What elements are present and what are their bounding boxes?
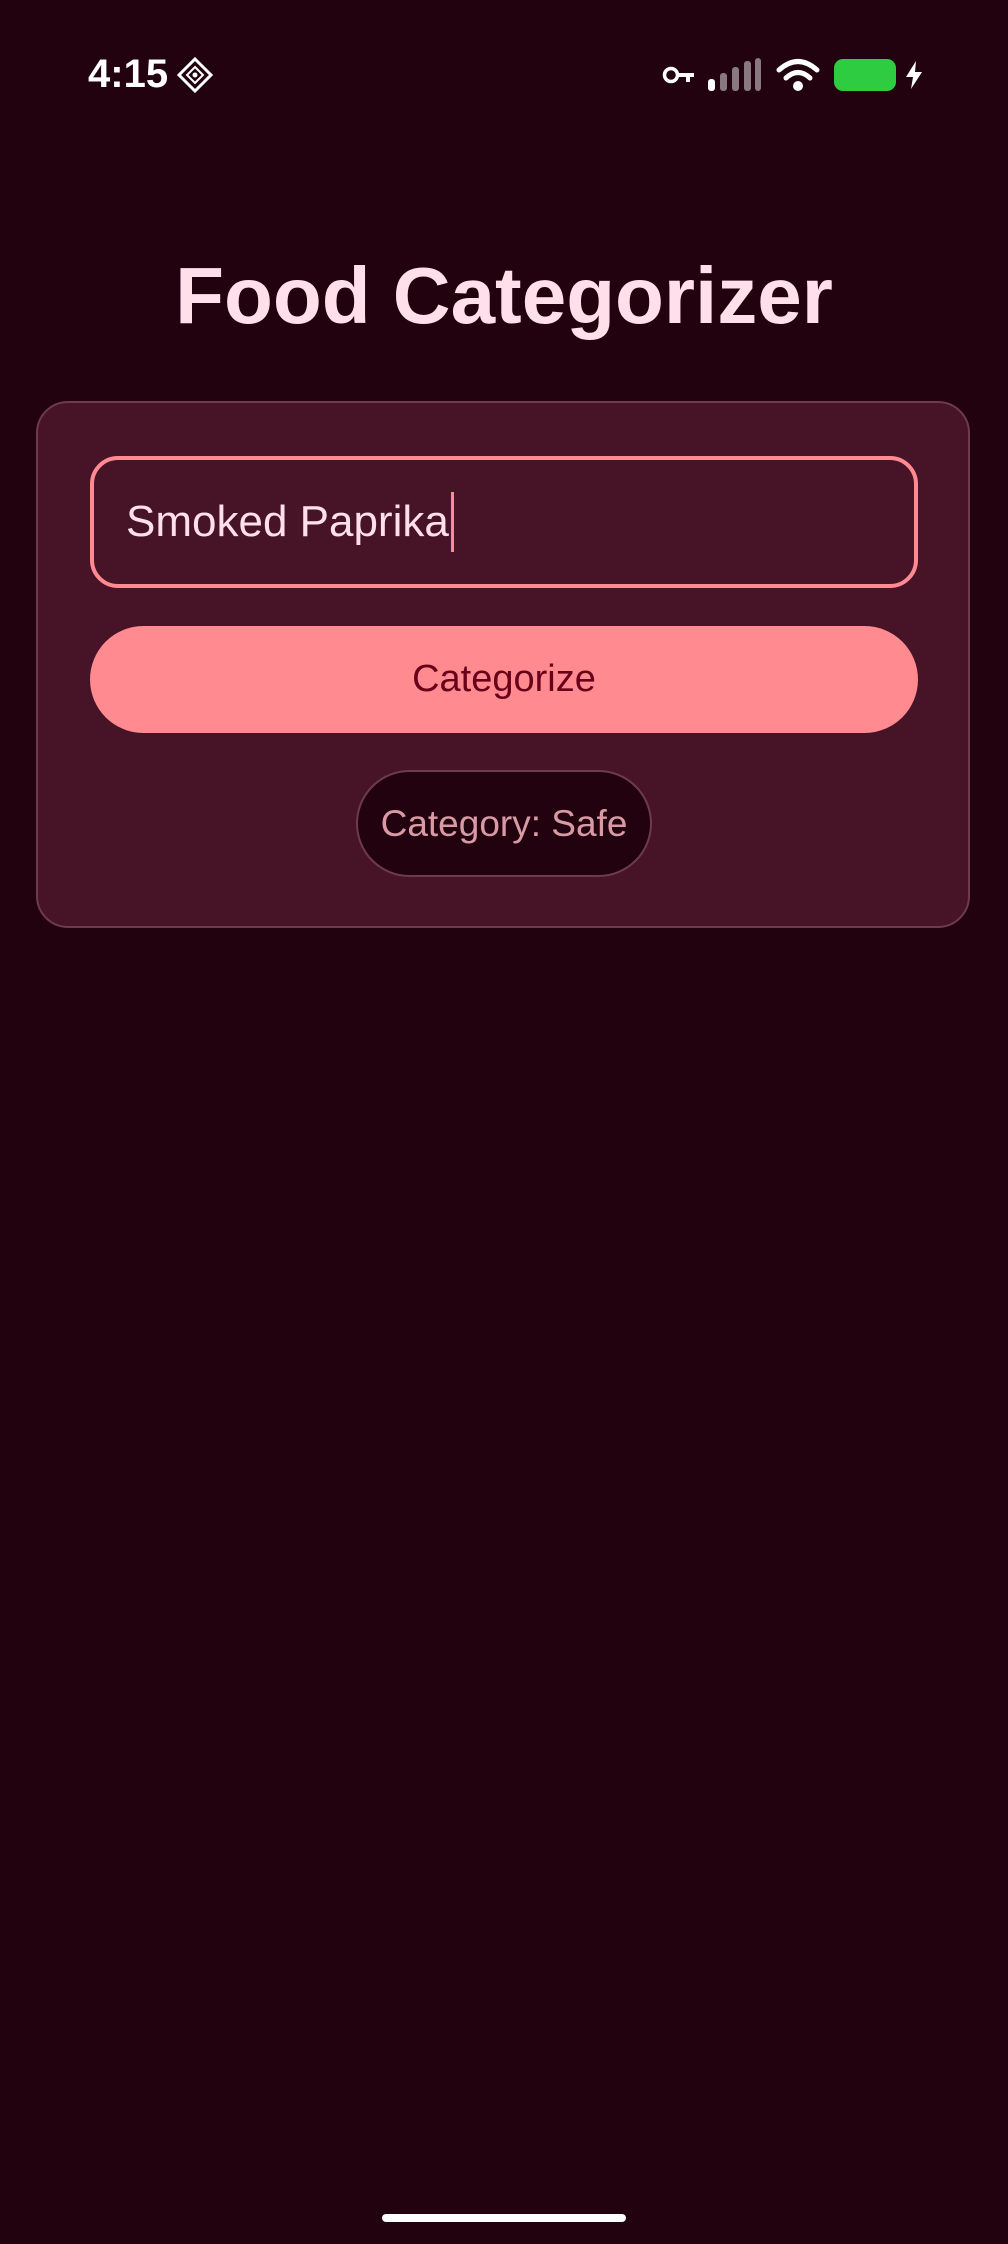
status-time: 4:15: [88, 52, 169, 96]
food-name-input-value: Smoked Paprika: [126, 497, 449, 546]
categorize-button[interactable]: Categorize: [90, 626, 918, 733]
key-icon: [662, 66, 694, 84]
cellular-signal-icon: [708, 58, 761, 91]
categorizer-card: Smoked Paprika Categorize Category: Safe: [36, 401, 970, 928]
status-icons: [662, 52, 924, 98]
page-title: Food Categorizer: [175, 251, 833, 340]
battery-icon: [834, 59, 896, 91]
wifi-icon: [776, 59, 820, 91]
charging-bolt-icon: [906, 61, 922, 89]
app-diamond-icon: [176, 56, 214, 94]
home-indicator[interactable]: [382, 2214, 626, 2222]
food-name-input[interactable]: Smoked Paprika: [90, 456, 918, 588]
category-result-badge: Category: Safe: [356, 770, 652, 877]
status-bar: 4:15: [0, 0, 1008, 150]
text-cursor: [450, 492, 454, 552]
